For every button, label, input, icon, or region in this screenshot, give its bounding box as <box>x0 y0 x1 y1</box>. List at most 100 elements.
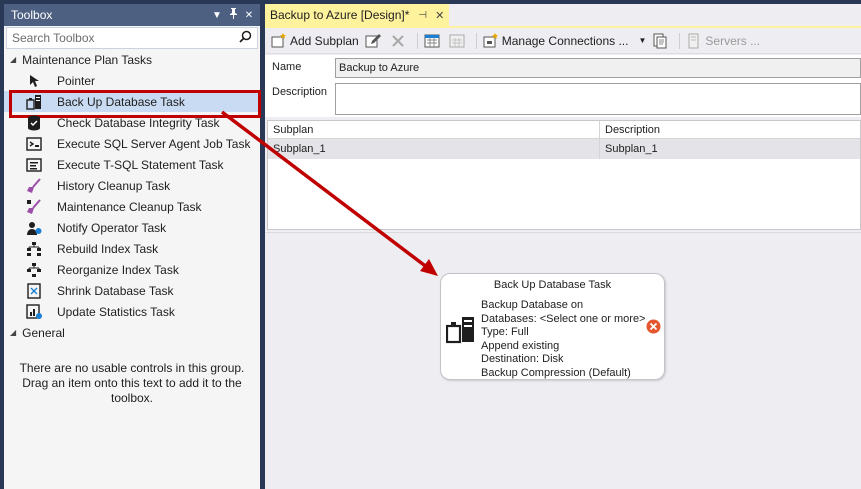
delete-icon <box>390 33 406 49</box>
toolbar-separator <box>679 32 681 49</box>
task-detail-line: Backup Database on <box>481 299 584 311</box>
servers-icon <box>686 33 702 49</box>
dropdown-icon[interactable]: ▼ <box>210 10 224 21</box>
name-label: Name <box>272 61 302 73</box>
group-general[interactable]: ◢ General <box>4 322 260 343</box>
task-detail-line: Destination: Disk <box>481 353 564 365</box>
collapse-icon[interactable]: ◢ <box>10 328 16 337</box>
tool-label: Maintenance Cleanup Task <box>57 199 202 214</box>
reporting-button[interactable] <box>650 30 673 52</box>
notify-operator-icon <box>26 220 42 236</box>
rebuild-index-icon <box>26 241 42 257</box>
tool-check-database-integrity-task[interactable]: Check Database Integrity Task <box>4 112 260 133</box>
edit-icon <box>365 33 381 49</box>
tool-label: Update Statistics Task <box>57 304 175 319</box>
toolbar-separator <box>475 32 477 49</box>
tool-label: Execute SQL Server Agent Job Task <box>57 136 251 151</box>
tool-reorganize-index-task[interactable]: Reorganize Index Task <box>4 259 260 280</box>
description-label: Description <box>272 86 328 98</box>
tool-shrink-database-task[interactable]: Shrink Database Task <box>4 280 260 301</box>
task-detail-line: Type: Full <box>481 326 529 338</box>
shrink-database-icon <box>26 282 42 299</box>
edit-subplan-button[interactable] <box>363 30 386 52</box>
close-icon[interactable]: ✕ <box>242 10 256 21</box>
agent-job-icon <box>26 136 42 152</box>
chevron-down-icon: ▼ <box>638 36 647 45</box>
calendar-remove-icon <box>449 33 465 49</box>
empty-group-message: There are no usable controls in this gro… <box>19 361 245 405</box>
group-label: General <box>22 325 65 340</box>
tab-title: Backup to Azure [Design]* <box>270 8 410 22</box>
group-maintenance-plan-tasks[interactable]: ◢ Maintenance Plan Tasks <box>4 49 260 70</box>
tool-execute-sql-server-agent-job-task[interactable]: Execute SQL Server Agent Job Task <box>4 133 260 154</box>
tool-execute-tsql-statement-task[interactable]: Execute T-SQL Statement Task <box>4 154 260 175</box>
column-header-subplan[interactable]: Subplan <box>268 121 600 138</box>
error-icon[interactable] <box>646 319 661 334</box>
pointer-icon <box>26 73 42 89</box>
tool-label: Check Database Integrity Task <box>57 115 220 130</box>
add-subplan-label: Add Subplan <box>290 33 359 48</box>
close-icon[interactable]: ✕ <box>435 9 444 22</box>
search-input[interactable] <box>12 31 239 45</box>
task-details: Backup Database on Databases: <Select on… <box>481 299 645 380</box>
grid-header: Subplan Description <box>268 121 860 139</box>
tool-update-statistics-task[interactable]: Update Statistics Task <box>4 301 260 322</box>
remove-schedule-button[interactable] <box>447 30 470 52</box>
subplan-grid: Subplan Description Subplan_1 Subplan_1 <box>267 120 861 230</box>
design-surface[interactable]: Back Up Database Task Backup Database on… <box>265 232 861 489</box>
tool-pointer[interactable]: Pointer <box>4 70 260 91</box>
tool-label: Reorganize Index Task <box>57 262 179 277</box>
pin-icon[interactable]: ⊣ <box>418 10 427 21</box>
task-detail-line: Backup Compression (Default) <box>481 366 631 379</box>
schedule-button[interactable] <box>422 30 445 52</box>
search-icon[interactable] <box>239 30 252 46</box>
calendar-icon <box>424 33 440 49</box>
tool-label: History Cleanup Task <box>57 178 171 193</box>
designer-window: Backup to Azure [Design]* ⊣ ✕ Add Subpla… <box>265 4 861 489</box>
tool-rebuild-index-task[interactable]: Rebuild Index Task <box>4 238 260 259</box>
delete-subplan-button[interactable] <box>388 30 411 52</box>
toolbox-titlebar: Toolbox ▼ ✕ <box>4 4 260 26</box>
servers-label: Servers ... <box>705 33 761 48</box>
tool-label: Execute T-SQL Statement Task <box>57 157 224 172</box>
toolbox-title: Toolbox <box>11 8 53 22</box>
toolbox-panel: Toolbox ▼ ✕ ◢ Maintenance Plan Tasks Poi… <box>4 4 261 489</box>
maintenance-cleanup-icon <box>26 198 42 215</box>
tool-label: Shrink Database Task <box>57 283 174 298</box>
servers-button[interactable]: Servers ... <box>684 30 762 52</box>
task-detail-line: Databases: <Select one or more> <box>481 312 646 325</box>
collapse-icon[interactable]: ◢ <box>10 55 16 64</box>
tool-back-up-database-task[interactable]: Back Up Database Task <box>4 90 261 118</box>
backup-database-icon <box>445 314 476 344</box>
tab-backup-to-azure-design[interactable]: Backup to Azure [Design]* ⊣ ✕ <box>265 4 449 26</box>
plan-properties: Name Backup to Azure Description <box>265 55 861 117</box>
toolbox-search[interactable] <box>6 27 258 49</box>
column-header-description[interactable]: Description <box>600 121 860 138</box>
dropdown-button[interactable]: ▼ <box>636 30 648 52</box>
connections-icon <box>483 32 499 49</box>
tool-notify-operator-task[interactable]: Notify Operator Task <box>4 217 260 238</box>
description-field[interactable] <box>335 83 861 115</box>
pin-icon[interactable] <box>226 8 240 22</box>
description-cell[interactable]: Subplan_1 <box>600 139 860 159</box>
check-integrity-icon <box>26 115 42 131</box>
manage-connections-button[interactable]: Manage Connections ... <box>481 30 631 52</box>
tool-history-cleanup-task[interactable]: History Cleanup Task <box>4 175 260 196</box>
reorganize-index-icon <box>26 262 42 278</box>
tool-label: Pointer <box>57 73 96 88</box>
task-title: Back Up Database Task <box>493 279 612 291</box>
designer-toolbar: Add Subplan Manage Connections ... ▼ Ser… <box>265 28 861 54</box>
table-row[interactable]: Subplan_1 Subplan_1 <box>268 139 860 159</box>
tool-maintenance-cleanup-task[interactable]: Maintenance Cleanup Task <box>4 196 260 217</box>
tool-label: Notify Operator Task <box>57 220 167 235</box>
manage-connections-label: Manage Connections ... <box>501 33 629 48</box>
group-label: Maintenance Plan Tasks <box>22 52 153 67</box>
add-subplan-icon <box>271 32 287 49</box>
add-subplan-button[interactable]: Add Subplan <box>269 30 361 52</box>
history-cleanup-icon <box>26 177 42 194</box>
backup-database-icon <box>26 94 42 110</box>
subplan-cell[interactable]: Subplan_1 <box>268 139 600 159</box>
name-field[interactable]: Backup to Azure <box>335 58 861 78</box>
back-up-database-task-box[interactable]: Back Up Database Task Backup Database on… <box>440 273 665 380</box>
tsql-statement-icon <box>26 157 42 173</box>
